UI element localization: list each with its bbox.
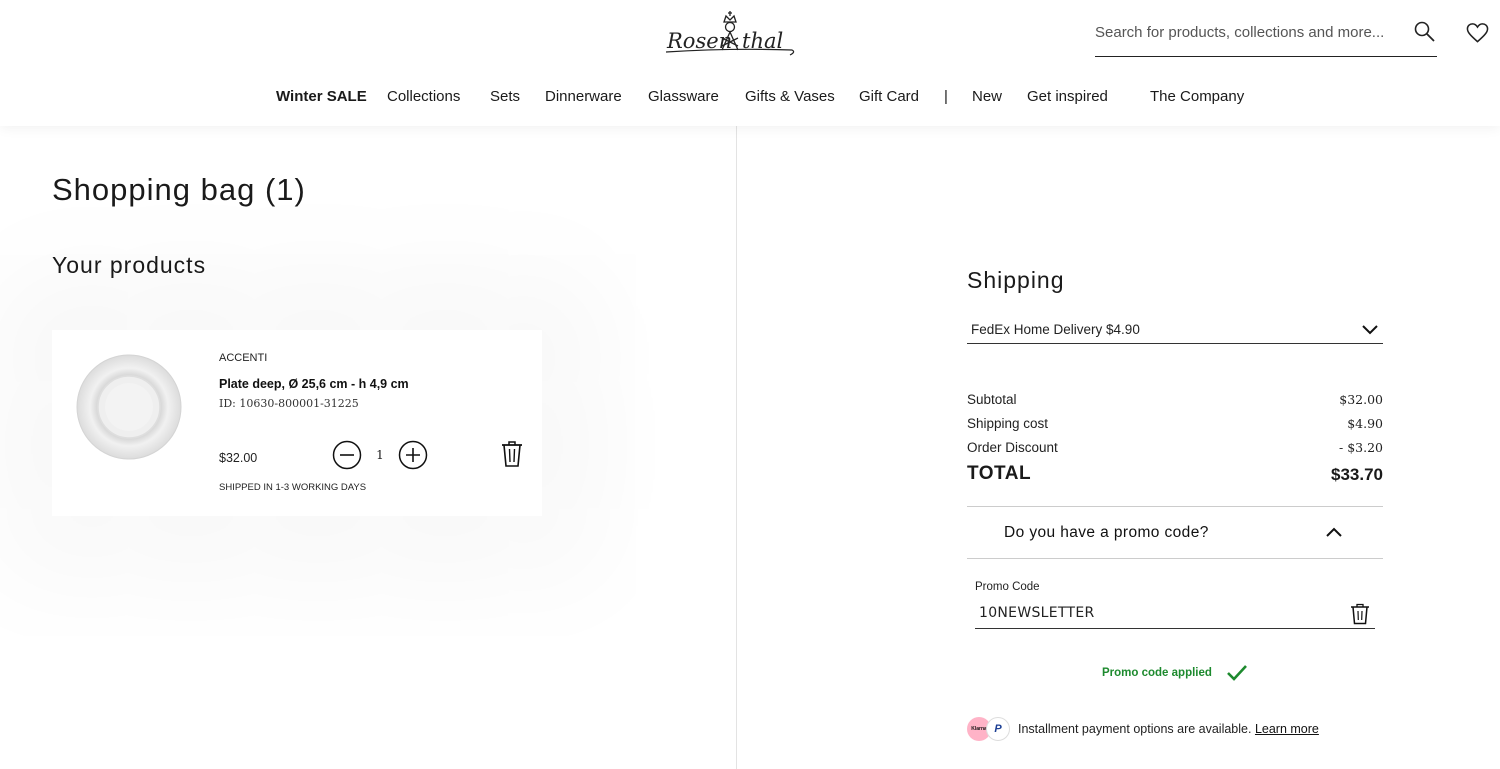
rosenthal-logo[interactable]: Rosen thal xyxy=(664,8,796,60)
installment-message: Installment payment options are availabl… xyxy=(1018,722,1252,736)
plus-circle-icon[interactable] xyxy=(398,440,428,470)
nav-glassware[interactable]: Glassware xyxy=(648,88,719,105)
column-divider xyxy=(736,126,737,769)
promo-code-field xyxy=(975,598,1375,629)
nav-new[interactable]: New xyxy=(972,88,1002,105)
promo-field-label: Promo Code xyxy=(975,581,1040,593)
shipping-cost-label: Shipping cost xyxy=(967,416,1049,431)
discount-label: Order Discount xyxy=(967,440,1058,455)
shipping-title: Shipping xyxy=(967,267,1065,293)
page-title: Shopping bag (1) xyxy=(52,172,306,207)
minus-circle-icon[interactable] xyxy=(332,440,362,470)
plate-image[interactable] xyxy=(76,354,182,460)
search-input[interactable] xyxy=(1095,20,1395,44)
products-section-title: Your products xyxy=(52,252,207,278)
checkmark-icon xyxy=(1227,665,1247,681)
subtotal-label: Subtotal xyxy=(967,392,1017,407)
promo-applied-text: Promo code applied xyxy=(1102,667,1212,679)
nav-gifts-vases[interactable]: Gifts & Vases xyxy=(745,88,835,105)
installment-info: Klarna P Installment payment options are… xyxy=(967,716,1387,742)
nav-separator: | xyxy=(944,88,948,105)
nav-get-inspired[interactable]: Get inspired xyxy=(1027,88,1108,105)
discount-value: - $3.20 xyxy=(1339,440,1383,455)
nav-dinnerware[interactable]: Dinnerware xyxy=(545,88,622,105)
shipping-note: SHIPPED IN 1-3 WORKING DAYS xyxy=(219,482,367,493)
learn-more-link[interactable]: Learn more xyxy=(1255,722,1319,736)
promo-code-input[interactable] xyxy=(979,602,1319,624)
main-nav: Winter SALE Collections Sets Dinnerware … xyxy=(0,88,1500,110)
site-header: Rosen thal Winter SALE Collections Sets … xyxy=(0,0,1500,126)
trash-icon[interactable] xyxy=(500,440,524,468)
chevron-down-icon xyxy=(1362,325,1378,335)
subtotal-row: Subtotal $32.00 xyxy=(967,392,1383,412)
product-brand: ACCENTI xyxy=(219,352,268,364)
nav-collections[interactable]: Collections xyxy=(387,88,460,105)
product-name[interactable]: Plate deep, Ø 25,6 cm - h 4,9 cm xyxy=(219,377,409,391)
cart-item: ACCENTI Plate deep, Ø 25,6 cm - h 4,9 cm… xyxy=(52,330,542,516)
search-icon[interactable] xyxy=(1413,20,1437,44)
total-row: TOTAL $33.70 xyxy=(967,463,1383,489)
nav-gift-card[interactable]: Gift Card xyxy=(859,88,919,105)
subtotal-value: $32.00 xyxy=(1339,392,1383,407)
remove-promo-trash-icon[interactable] xyxy=(1350,603,1370,625)
chevron-up-icon xyxy=(1326,527,1342,537)
total-label: TOTAL xyxy=(967,463,1032,484)
nav-sets[interactable]: Sets xyxy=(490,88,520,105)
shipping-method-value: FedEx Home Delivery $4.90 xyxy=(971,322,1140,337)
promo-question: Do you have a promo code? xyxy=(1004,524,1209,541)
discount-row: Order Discount - $3.20 xyxy=(967,440,1383,460)
promo-code-toggle[interactable]: Do you have a promo code? xyxy=(967,506,1383,559)
quantity-value: 1 xyxy=(376,448,384,462)
nav-the-company[interactable]: The Company xyxy=(1150,88,1244,105)
shipping-method-select[interactable]: FedEx Home Delivery $4.90 xyxy=(967,316,1383,344)
search-bar xyxy=(1095,14,1437,57)
shipping-cost-row: Shipping cost $4.90 xyxy=(967,416,1383,436)
paypal-icon: P xyxy=(986,717,1010,741)
heart-icon[interactable] xyxy=(1466,22,1489,44)
product-price: $32.00 xyxy=(219,451,258,465)
total-value: $33.70 xyxy=(1331,465,1383,484)
installment-text: Installment payment options are availabl… xyxy=(1018,722,1319,736)
product-id: ID: 10630-800001-31225 xyxy=(219,397,359,410)
shipping-cost-value: $4.90 xyxy=(1347,416,1383,431)
nav-winter-sale[interactable]: Winter SALE xyxy=(276,88,367,105)
